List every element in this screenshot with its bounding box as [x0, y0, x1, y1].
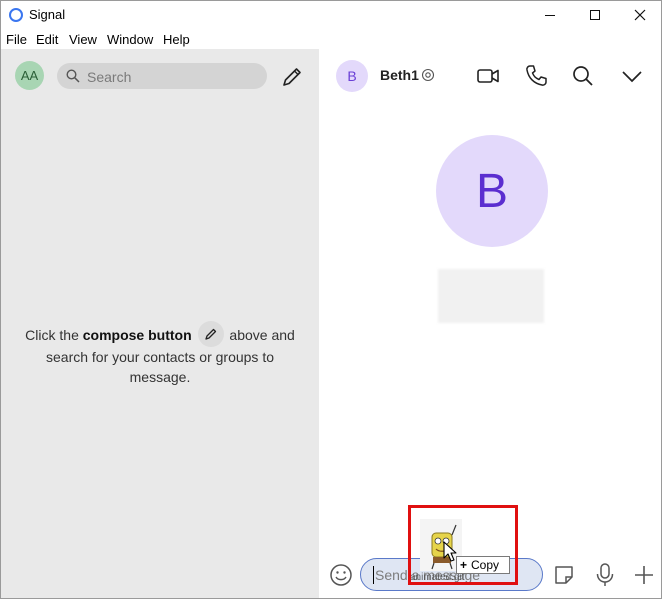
video-call-icon[interactable]	[475, 63, 501, 89]
menu-window[interactable]: Window	[107, 32, 153, 47]
search-icon	[66, 69, 80, 83]
menu-bar: File Edit View Window Help	[1, 29, 661, 49]
search-placeholder: Search	[87, 69, 132, 85]
at-sign-icon	[421, 68, 435, 82]
search-conversation-icon[interactable]	[570, 63, 596, 89]
drop-target-highlight	[408, 505, 518, 585]
minimize-button[interactable]	[527, 1, 573, 29]
maximize-button[interactable]	[572, 1, 618, 29]
menu-edit[interactable]: Edit	[36, 32, 58, 47]
menu-view[interactable]: View	[69, 32, 97, 47]
compose-icon[interactable]	[279, 64, 305, 90]
title-bar: Signal	[1, 1, 661, 29]
compose-inline-icon	[197, 321, 224, 348]
contact-name[interactable]: Beth1	[380, 67, 419, 83]
microphone-icon[interactable]	[593, 562, 617, 588]
add-attachment-icon[interactable]	[632, 563, 656, 587]
sticker-icon[interactable]	[552, 563, 576, 587]
chevron-down-icon[interactable]	[619, 63, 645, 89]
close-icon	[634, 9, 646, 21]
empty-state-prefix: Click the	[25, 327, 79, 343]
menu-file[interactable]: File	[6, 32, 27, 47]
phone-call-icon[interactable]	[523, 63, 549, 89]
blurred-contact-details	[438, 269, 544, 323]
emoji-icon[interactable]	[328, 562, 354, 588]
empty-state-message: Click the compose button above and searc…	[21, 321, 299, 387]
conversation-list-pane: AA Search Click the compose button above…	[1, 49, 319, 598]
text-caret	[373, 566, 374, 584]
close-button[interactable]	[617, 1, 662, 29]
maximize-icon	[590, 10, 600, 20]
minimize-icon	[545, 14, 555, 16]
my-avatar[interactable]: AA	[15, 61, 44, 90]
menu-help[interactable]: Help	[163, 32, 190, 47]
signal-logo-icon	[9, 8, 23, 22]
empty-state-bold: compose button	[82, 327, 192, 343]
contact-large-avatar: B	[436, 135, 548, 247]
window-title: Signal	[29, 7, 66, 22]
signal-window: Signal File Edit View Window Help AA Sea…	[0, 0, 662, 599]
search-input[interactable]: Search	[57, 63, 267, 89]
contact-avatar[interactable]: B	[336, 60, 368, 92]
